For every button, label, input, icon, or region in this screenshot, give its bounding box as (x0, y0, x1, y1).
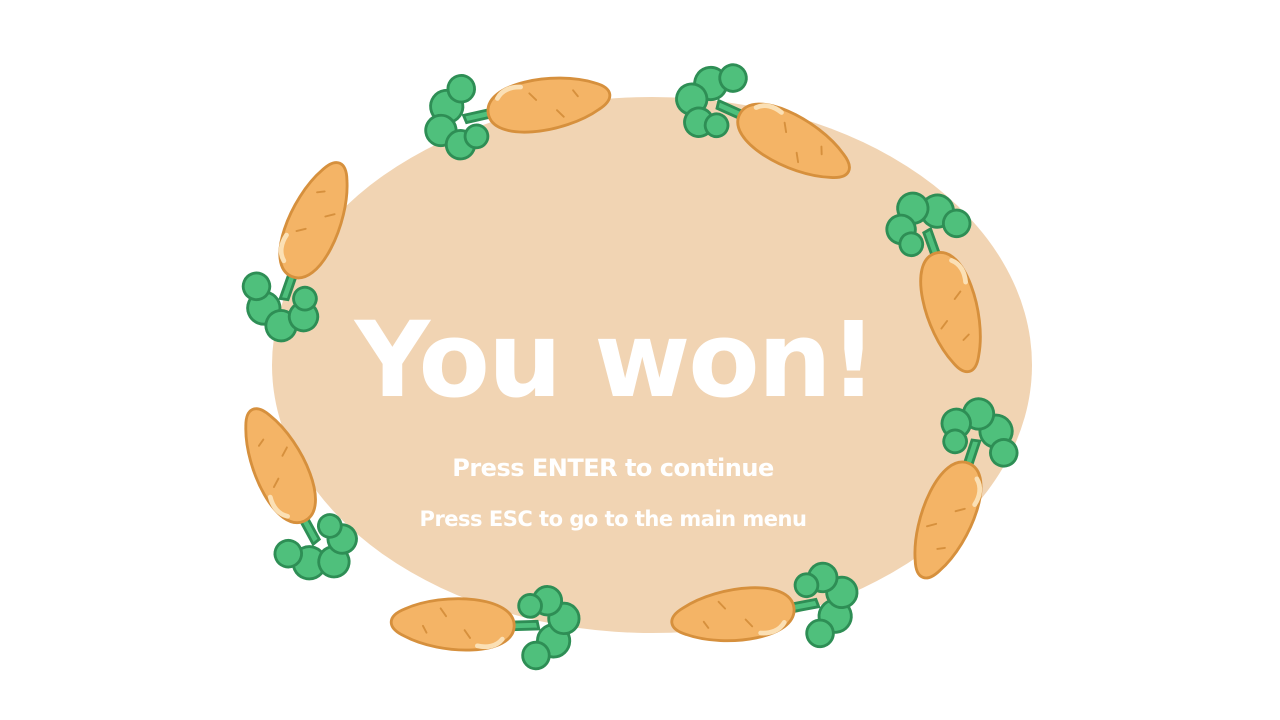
main-menu-hint: Press ESC to go to the main menu (419, 507, 807, 531)
win-title: You won! (354, 299, 877, 421)
win-screen: You won! Press ENTER to continue Press E… (0, 0, 1280, 720)
continue-hint: Press ENTER to continue (452, 454, 774, 482)
